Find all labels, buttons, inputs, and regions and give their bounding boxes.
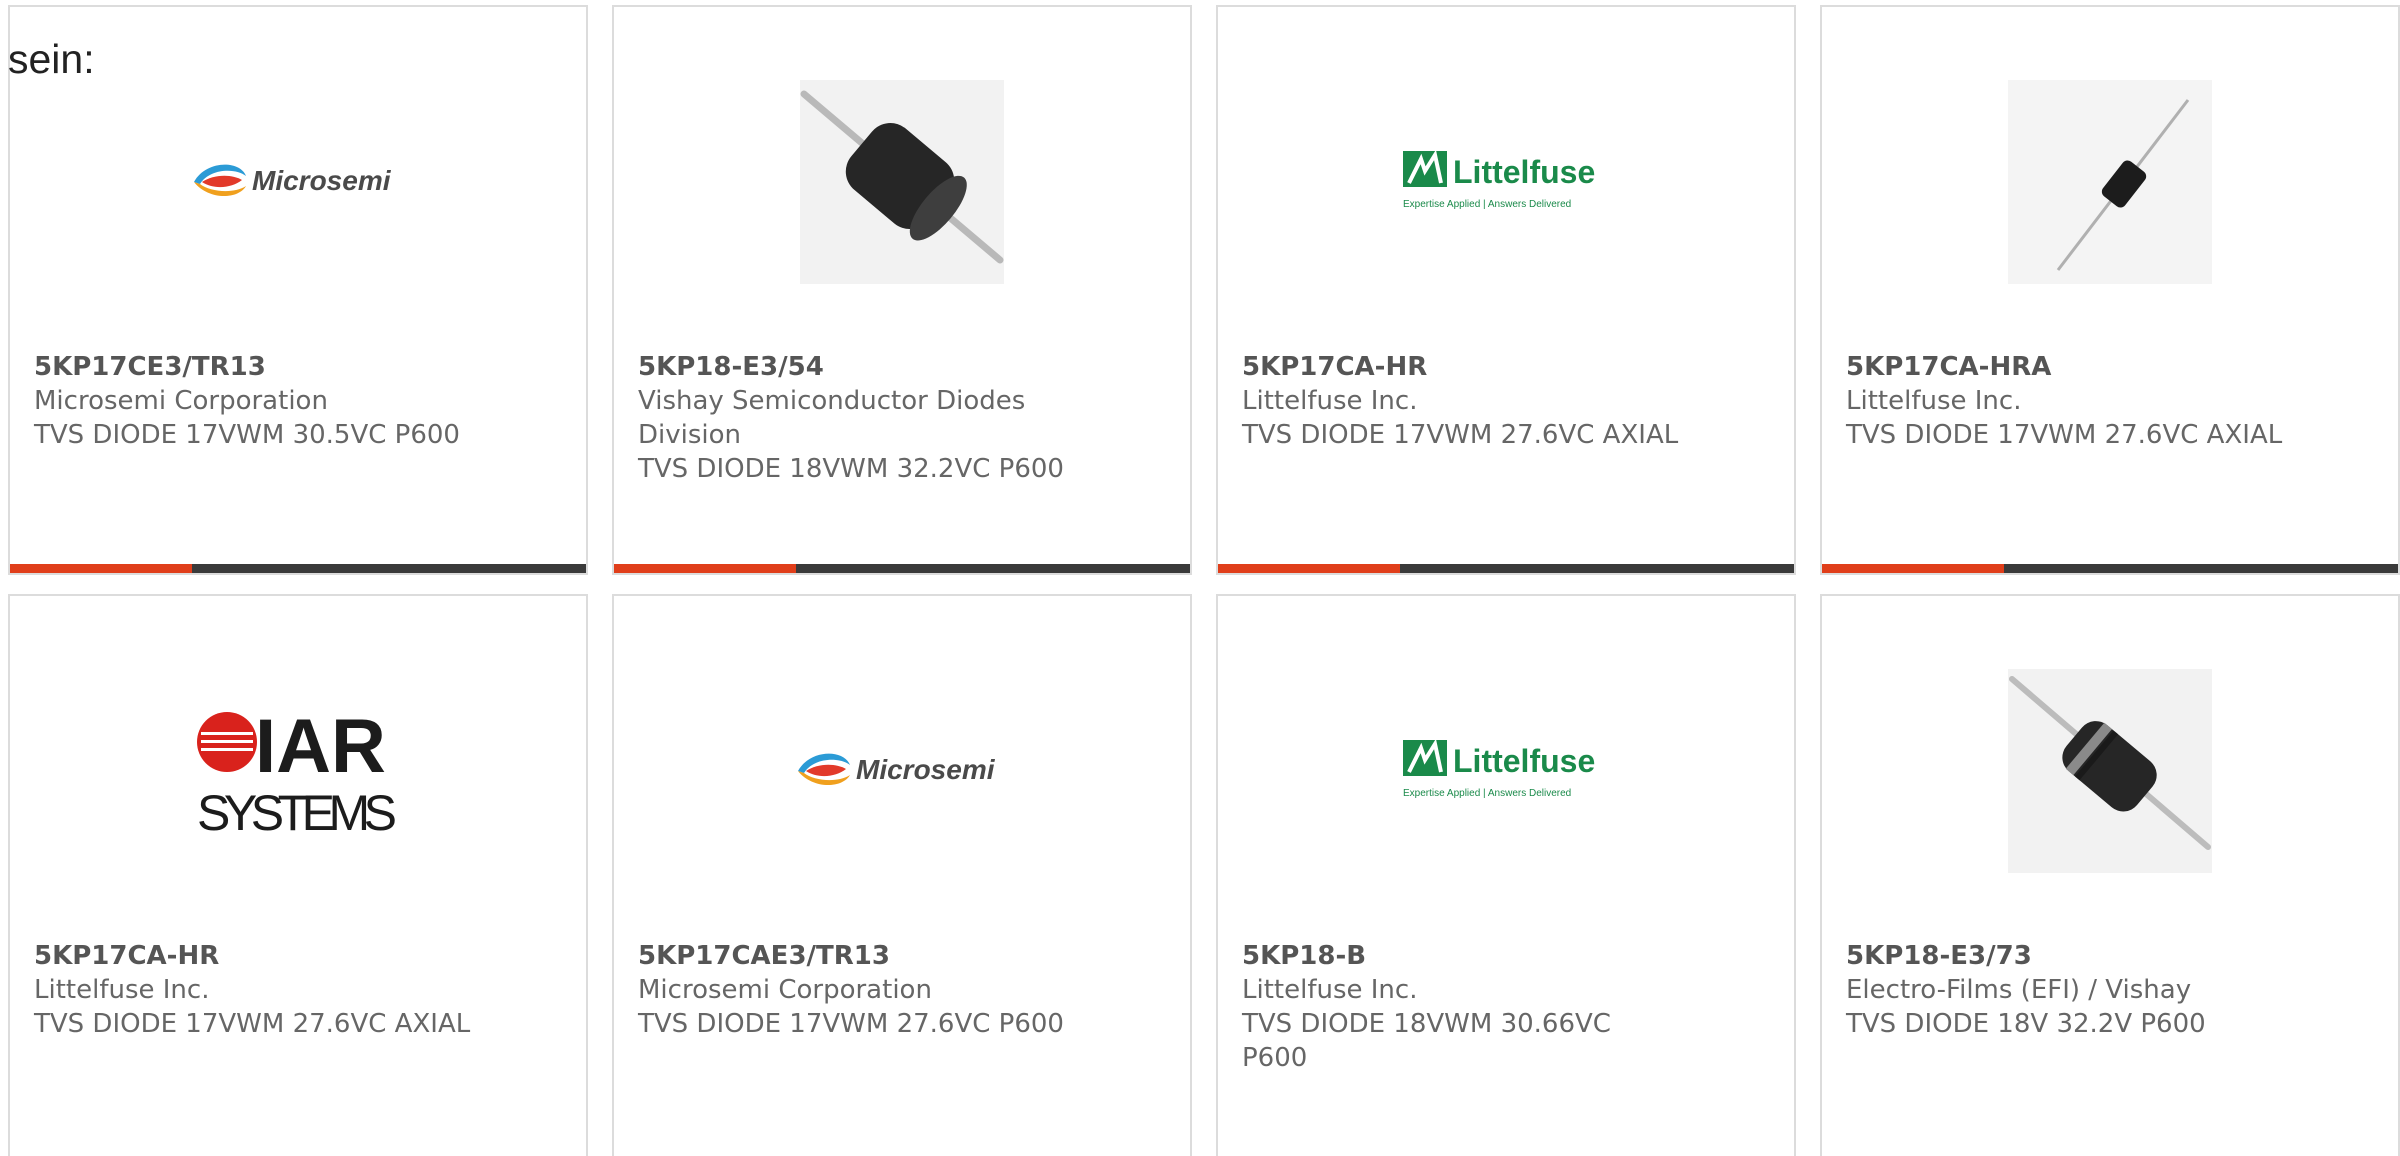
card-progress-bar (1822, 564, 2398, 573)
description: TVS DIODE 17VWM 27.6VC AXIAL (34, 1009, 471, 1039)
manufacturer: Littelfuse Inc. (1846, 386, 2022, 416)
description: TVS DIODE 18V 32.2V P600 (1846, 1009, 2206, 1039)
svg-text:IAR: IAR (255, 706, 386, 789)
manufacturer-logo: Littelfuse Expertise Applied | Answers D… (1218, 656, 1794, 886)
description: TVS DIODE 17VWM 27.6VC P600 (638, 1009, 1064, 1039)
intro-text: sein: (8, 36, 95, 82)
svg-text:Expertise Applied | Answers De: Expertise Applied | Answers Delivered (1403, 788, 1571, 799)
product-card[interactable]: IAR SYSTEMS 5KP17CA-HR Littelfuse Inc. T… (8, 594, 588, 1156)
microsemi-logo-icon: Microsemi (798, 753, 996, 786)
part-number[interactable]: 5KP17CA-HRA (1846, 350, 2378, 384)
product-photo (614, 67, 1190, 297)
svg-text:Microsemi: Microsemi (856, 754, 996, 785)
description: TVS DIODE 18VWM 30.66VC P600 (1242, 1009, 1611, 1073)
manufacturer: Vishay Semiconductor Diodes Division (638, 386, 1026, 450)
product-photo (1822, 656, 2398, 886)
product-card[interactable]: 5KP18-E3/54 Vishay Semiconductor Diodes … (612, 5, 1192, 575)
product-card[interactable]: 5KP17CA-HRA Littelfuse Inc. TVS DIODE 17… (1820, 5, 2400, 575)
diode-photo-icon (2008, 80, 2212, 284)
svg-text:Expertise Applied | Answers De: Expertise Applied | Answers Delivered (1403, 199, 1571, 210)
product-card[interactable]: Microsemi 5KP17CE3/TR13 Microsemi Corpor… (8, 5, 588, 575)
description: TVS DIODE 17VWM 30.5VC P600 (34, 420, 460, 450)
svg-text:Microsemi: Microsemi (252, 165, 392, 196)
description: TVS DIODE 17VWM 27.6VC AXIAL (1846, 420, 2283, 450)
card-progress-bar (614, 564, 1190, 573)
manufacturer: Microsemi Corporation (34, 386, 328, 416)
card-progress-bar (10, 564, 586, 573)
littelfuse-logo-icon: Littelfuse Expertise Applied | Answers D… (1403, 149, 1595, 210)
svg-text:Littelfuse: Littelfuse (1453, 154, 1595, 190)
product-grid: Microsemi 5KP17CE3/TR13 Microsemi Corpor… (0, 0, 2400, 1156)
part-number[interactable]: 5KP18-E3/73 (1846, 939, 2378, 973)
part-number[interactable]: 5KP17CAE3/TR13 (638, 939, 1170, 973)
manufacturer-logo: Littelfuse Expertise Applied | Answers D… (1218, 67, 1794, 297)
svg-text:SYSTEMS: SYSTEMS (197, 785, 397, 836)
part-number[interactable]: 5KP18-E3/54 (638, 350, 1170, 384)
part-number[interactable]: 5KP17CE3/TR13 (34, 350, 566, 384)
manufacturer-logo: Microsemi (10, 67, 586, 297)
diode-photo-icon (800, 80, 1004, 284)
microsemi-logo-icon: Microsemi (194, 164, 392, 197)
manufacturer: Microsemi Corporation (638, 975, 932, 1005)
manufacturer: Littelfuse Inc. (34, 975, 210, 1005)
manufacturer-logo: IAR SYSTEMS (10, 656, 586, 886)
littelfuse-logo-icon: Littelfuse Expertise Applied | Answers D… (1403, 738, 1595, 799)
iar-systems-logo-icon: IAR SYSTEMS (197, 706, 397, 836)
part-number[interactable]: 5KP18-B (1242, 939, 1774, 973)
manufacturer-logo: Microsemi (614, 656, 1190, 886)
part-number[interactable]: 5KP17CA-HR (1242, 350, 1774, 384)
description: TVS DIODE 18VWM 32.2VC P600 (638, 454, 1064, 484)
product-card[interactable]: Littelfuse Expertise Applied | Answers D… (1216, 5, 1796, 575)
manufacturer: Littelfuse Inc. (1242, 386, 1418, 416)
svg-text:Littelfuse: Littelfuse (1453, 743, 1595, 779)
product-card[interactable]: 5KP18-E3/73 Electro-Films (EFI) / Vishay… (1820, 594, 2400, 1156)
product-photo (1822, 67, 2398, 297)
part-number[interactable]: 5KP17CA-HR (34, 939, 566, 973)
card-progress-bar (1218, 564, 1794, 573)
manufacturer: Electro-Films (EFI) / Vishay (1846, 975, 2192, 1005)
diode-photo-icon (2008, 669, 2212, 873)
product-card[interactable]: Microsemi 5KP17CAE3/TR13 Microsemi Corpo… (612, 594, 1192, 1156)
description: TVS DIODE 17VWM 27.6VC AXIAL (1242, 420, 1679, 450)
manufacturer: Littelfuse Inc. (1242, 975, 1418, 1005)
product-card[interactable]: Littelfuse Expertise Applied | Answers D… (1216, 594, 1796, 1156)
